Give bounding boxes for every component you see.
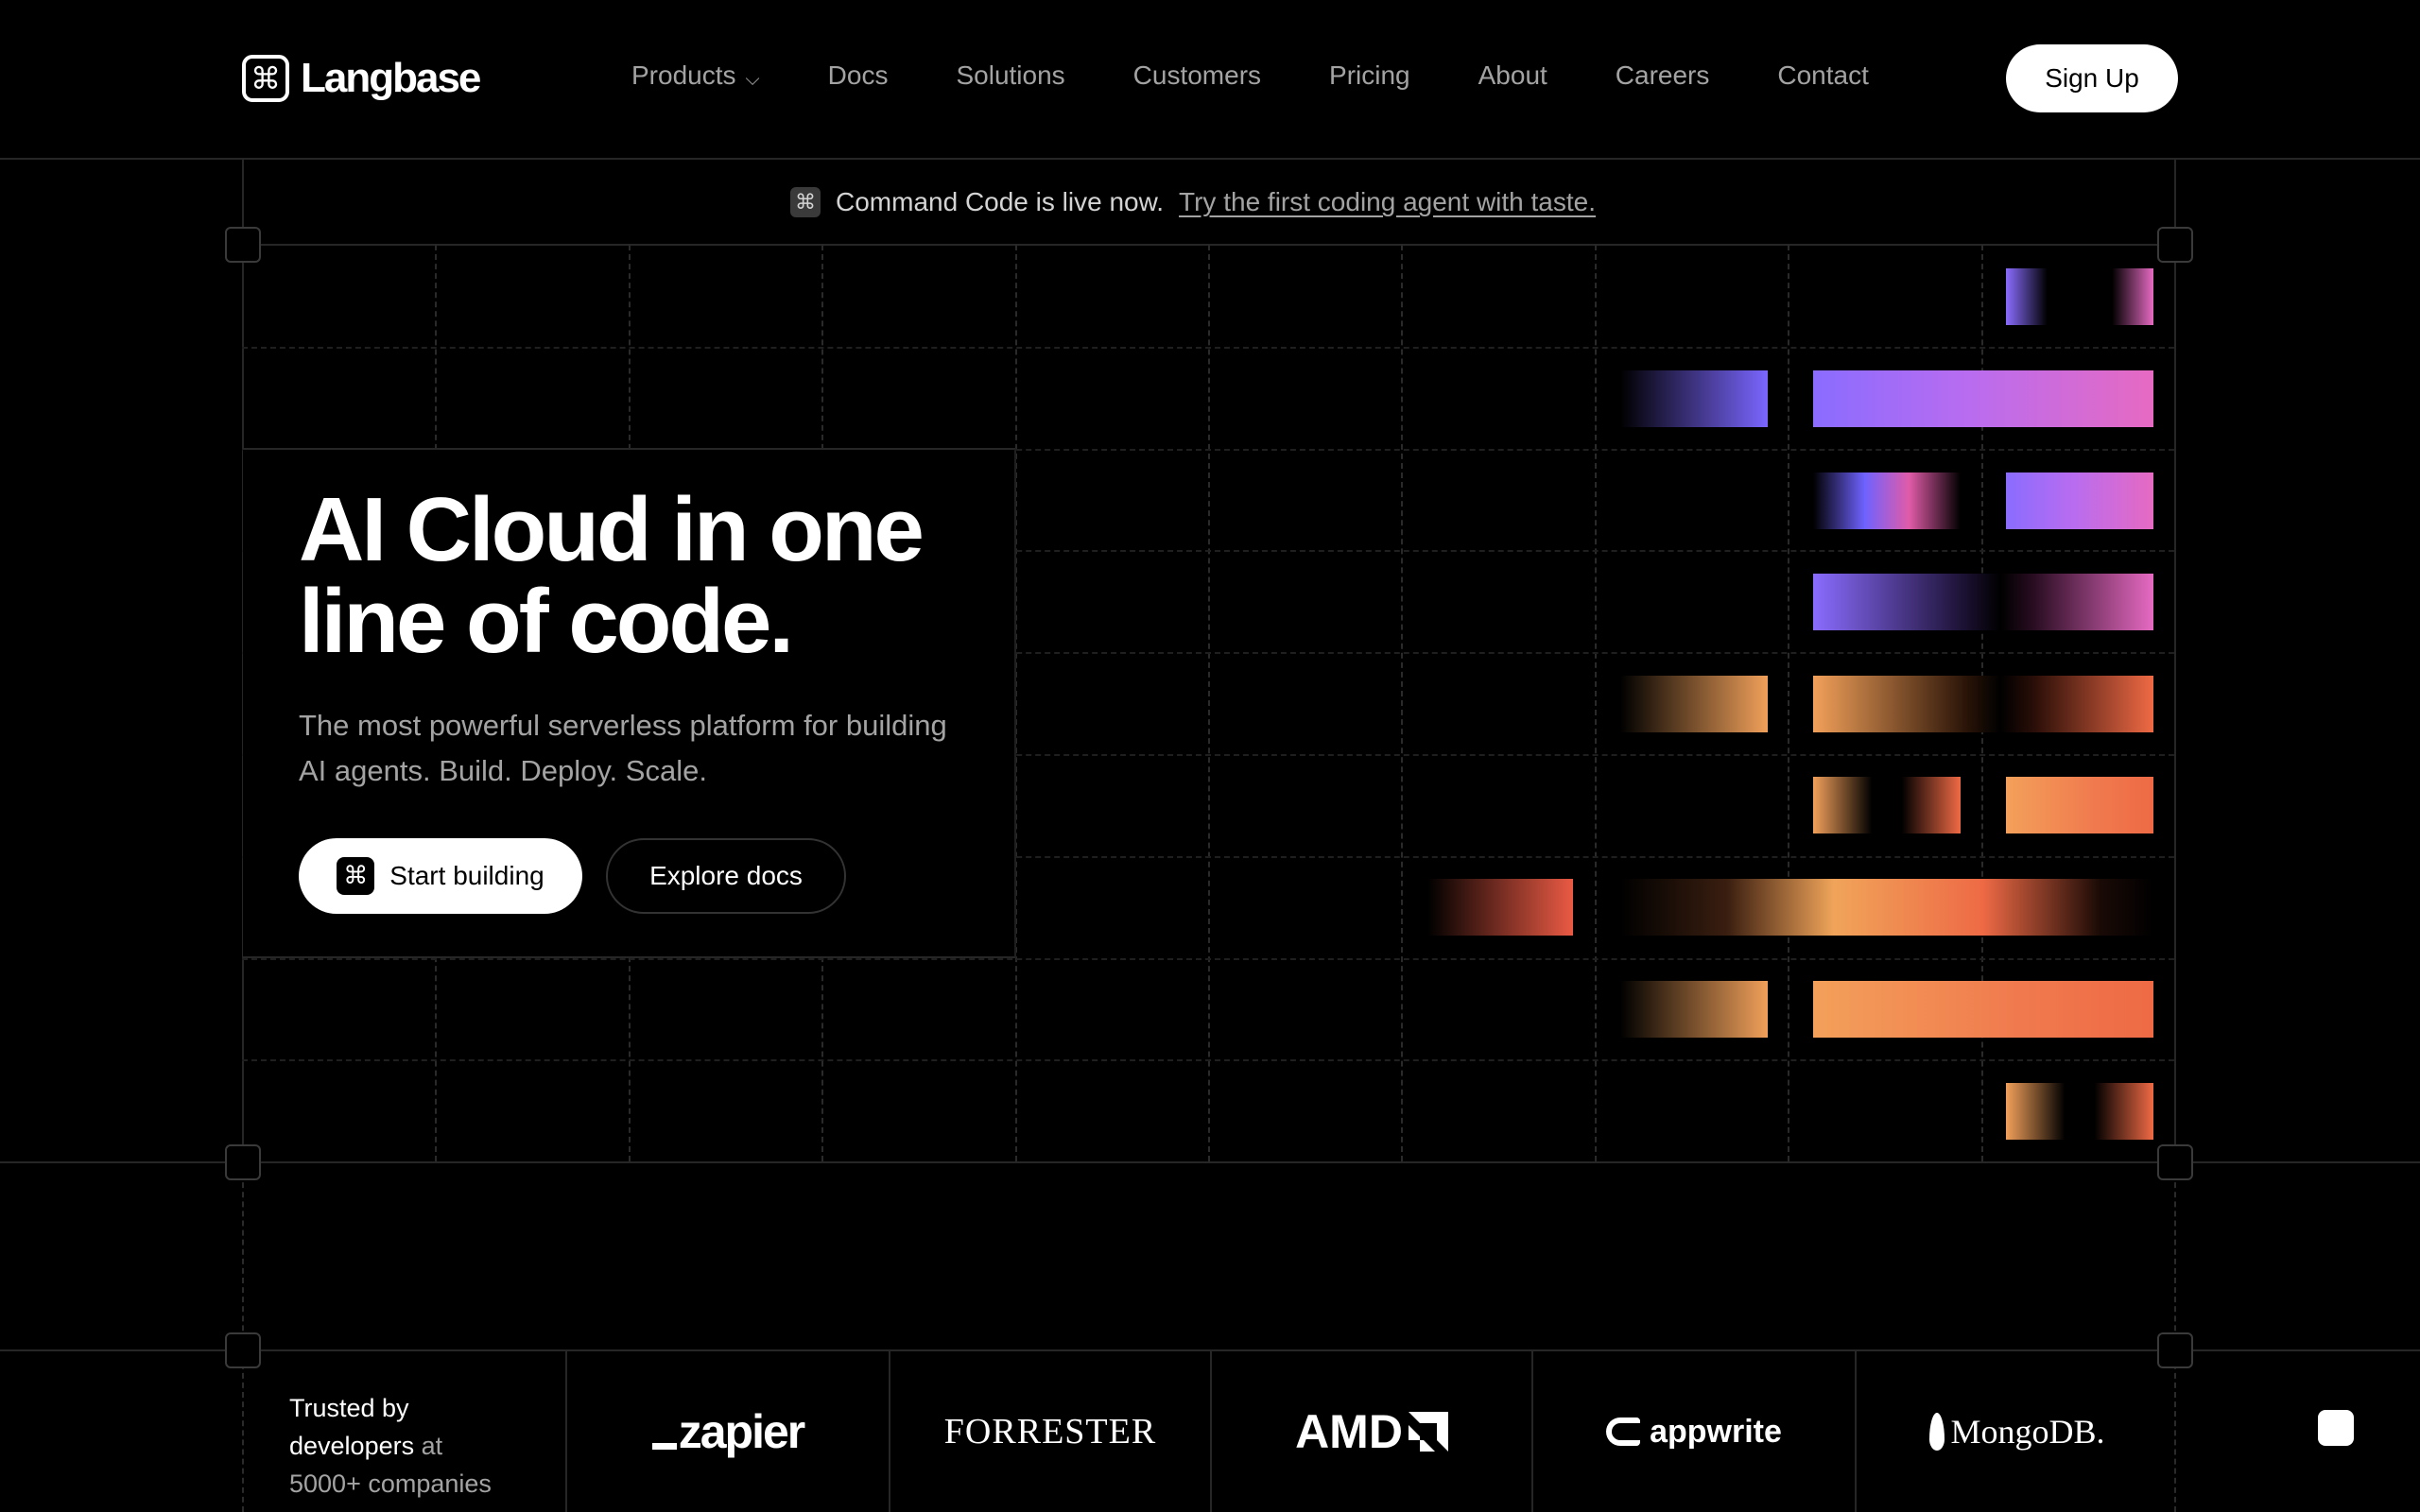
gradient-bar	[2006, 472, 2153, 529]
trusted-count: 5000+ companies	[289, 1469, 492, 1498]
chat-widget-button[interactable]	[2318, 1410, 2354, 1446]
command-key-icon: ⌘	[337, 857, 375, 895]
mongodb-logo: MongoDB.	[1857, 1351, 2178, 1512]
amd-wordmark: AMD	[1295, 1405, 1403, 1458]
nav-customers[interactable]: Customers	[1133, 60, 1261, 91]
site-header: ⌘ Langbase Products ⌵ Docs Solutions Cus…	[0, 0, 2420, 160]
grid-row-line	[242, 1059, 2174, 1061]
forrester-wordmark: FORRESTER	[943, 1412, 1157, 1452]
gradient-bar	[1813, 370, 2153, 427]
announcement-bar: ⌘ Command Code is live now. Try the firs…	[790, 185, 1596, 219]
chevron-down-icon: ⌵	[745, 68, 760, 90]
trusted-by-text: Trusted by developers at 5000+ companies	[289, 1389, 544, 1503]
gradient-bar	[1620, 370, 1768, 427]
grid-row-line	[242, 958, 2174, 960]
hero-title: AI Cloud in one line of code.	[299, 479, 925, 672]
grid-column-line	[1788, 245, 1789, 1161]
trusted-lead: Trusted by	[289, 1394, 409, 1422]
gradient-bar	[1620, 879, 2153, 936]
gradient-bar	[2006, 1083, 2153, 1140]
nav-products-label: Products	[631, 60, 736, 90]
amd-arrow-icon	[1408, 1412, 1448, 1452]
start-building-label: Start building	[389, 861, 544, 890]
appwrite-icon	[1606, 1418, 1641, 1446]
mongodb-leaf-icon	[1929, 1413, 1945, 1451]
command-key-icon: ⌘	[790, 187, 821, 217]
nav-docs[interactable]: Docs	[828, 60, 889, 91]
gradient-bar	[1427, 879, 1573, 936]
hero-subtitle: The most powerful serverless platform fo…	[299, 709, 947, 787]
nav-solutions[interactable]: Solutions	[956, 60, 1064, 91]
nav-products[interactable]: Products ⌵	[631, 60, 760, 91]
frame-corner	[225, 227, 261, 263]
gradient-bar	[2006, 268, 2153, 325]
sign-up-button[interactable]: Sign Up	[2006, 44, 2178, 112]
frame-corner	[2157, 1144, 2193, 1180]
nav-pricing[interactable]: Pricing	[1329, 60, 1410, 91]
trusted-highlight: developers	[289, 1432, 415, 1460]
command-key-icon: ⌘	[242, 55, 289, 102]
gradient-bar	[1813, 981, 2153, 1038]
frame-corner	[2157, 227, 2193, 263]
gradient-bar	[1620, 676, 1768, 732]
brand-logo[interactable]: ⌘ Langbase	[242, 54, 481, 103]
nav-careers[interactable]: Careers	[1616, 60, 1710, 91]
gradient-bar	[1813, 472, 1961, 529]
frame-right-line	[2174, 160, 2176, 1163]
main-nav: Products ⌵ Docs Solutions Customers Pric…	[631, 60, 1869, 91]
gradient-bar	[2006, 777, 2153, 833]
grid-column-line	[1595, 245, 1597, 1161]
zapier-logo: zapier	[567, 1351, 889, 1512]
nav-contact[interactable]: Contact	[1777, 60, 1869, 91]
gradient-bar	[1813, 676, 2153, 732]
mongodb-wordmark: MongoDB.	[1950, 1413, 2105, 1451]
gradient-bar	[1813, 574, 2153, 630]
explore-docs-button[interactable]: Explore docs	[606, 838, 846, 914]
appwrite-logo: appwrite	[1533, 1351, 1855, 1512]
nav-about[interactable]: About	[1478, 60, 1547, 91]
zapier-wordmark: zapier	[678, 1405, 806, 1458]
forrester-logo: FORRESTER	[890, 1351, 1210, 1512]
start-building-button[interactable]: ⌘ Start building	[299, 838, 582, 914]
gradient-bar	[1620, 981, 1768, 1038]
announcement-text: Command Code is live now.	[836, 187, 1165, 216]
grid-row-line	[242, 347, 2174, 349]
frame-corner	[225, 1144, 261, 1180]
appwrite-wordmark: appwrite	[1650, 1413, 1782, 1450]
trusted-connector: at	[421, 1432, 443, 1460]
grid-bottom-line	[0, 1161, 2420, 1163]
brand-name: Langbase	[301, 55, 481, 101]
amd-logo: AMD	[1212, 1351, 1531, 1512]
frame-corner	[225, 1332, 261, 1368]
grid-column-line	[1208, 245, 1210, 1161]
announcement-link[interactable]: Try the first coding agent with taste.	[1179, 187, 1596, 217]
grid-column-line	[1401, 245, 1403, 1161]
gradient-bar	[1813, 777, 1961, 833]
